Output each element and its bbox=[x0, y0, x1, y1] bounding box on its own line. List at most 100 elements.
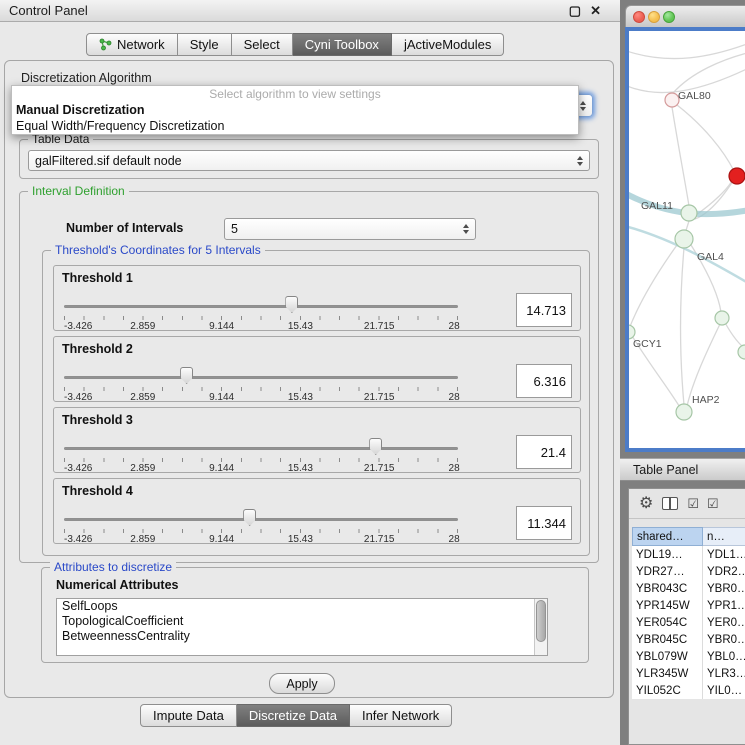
bottom-tab-bar: Impute Data Discretize Data Infer Networ… bbox=[140, 704, 452, 727]
threshold-value-field[interactable]: 11.344 bbox=[516, 506, 572, 540]
tick-label: 15.43 bbox=[288, 321, 313, 332]
tab-cyni-toolbox[interactable]: Cyni Toolbox bbox=[293, 33, 392, 56]
table-cell[interactable]: YBR045C bbox=[632, 631, 703, 648]
table-cell[interactable]: YER054C bbox=[632, 614, 703, 631]
tab-network[interactable]: Network bbox=[86, 33, 178, 56]
network-node[interactable] bbox=[715, 311, 729, 325]
slider-thumb[interactable] bbox=[369, 438, 382, 455]
column-header-shared-name[interactable]: shared… bbox=[632, 527, 703, 546]
apply-button[interactable]: Apply bbox=[269, 673, 335, 694]
table-row[interactable]: YBR045CYBR0… bbox=[632, 631, 745, 648]
threshold-value-field[interactable]: 6.316 bbox=[516, 364, 572, 398]
scrollbar-thumb[interactable] bbox=[536, 600, 546, 642]
zoom-button[interactable] bbox=[663, 11, 675, 23]
table-cell[interactable]: YDR2… bbox=[703, 563, 745, 580]
tab-impute-data[interactable]: Impute Data bbox=[140, 704, 237, 727]
thresholds-group: Threshold's Coordinates for 5 Intervals … bbox=[42, 250, 590, 556]
control-panel-titlebar[interactable]: Control Panel ▢ ✕ bbox=[0, 0, 620, 22]
threshold-slider[interactable]: -3.4262.8599.14415.4321.71528 bbox=[64, 434, 458, 472]
select-none-checkbox-icon[interactable]: ☑ bbox=[707, 497, 718, 510]
table-cell[interactable]: YIL052C bbox=[632, 682, 703, 699]
slider-thumb[interactable] bbox=[180, 367, 193, 384]
table-cell[interactable]: YLR3… bbox=[703, 665, 745, 682]
threshold-label: Threshold 1 bbox=[62, 271, 133, 285]
network-node[interactable] bbox=[729, 168, 745, 184]
table-cell[interactable]: YDR27… bbox=[632, 563, 703, 580]
table-panel-header[interactable]: Table Panel bbox=[620, 458, 745, 481]
table-row[interactable]: YDR27…YDR2… bbox=[632, 563, 745, 580]
network-node[interactable] bbox=[681, 205, 697, 221]
network-window-titlebar[interactable] bbox=[625, 5, 745, 27]
dropdown-option-manual-discretization[interactable]: Manual Discretization bbox=[12, 102, 578, 118]
slider-track[interactable] bbox=[64, 305, 458, 308]
table-row[interactable]: YER054CYER0… bbox=[632, 614, 745, 631]
tab-select[interactable]: Select bbox=[232, 33, 293, 56]
tab-jactivemodules[interactable]: jActiveModules bbox=[392, 33, 504, 56]
slider-track[interactable] bbox=[64, 518, 458, 521]
table-cell[interactable]: YIL0… bbox=[703, 682, 745, 699]
network-node[interactable] bbox=[665, 93, 679, 107]
table-row[interactable]: YBL079WYBL0… bbox=[632, 648, 745, 665]
threshold-slider[interactable]: -3.4262.8599.14415.4321.71528 bbox=[64, 363, 458, 401]
tab-style[interactable]: Style bbox=[178, 33, 232, 56]
slider-thumb[interactable] bbox=[285, 296, 298, 313]
slider-track[interactable] bbox=[64, 447, 458, 450]
attributes-scrollbar[interactable] bbox=[534, 599, 547, 655]
slider-thumb[interactable] bbox=[243, 509, 256, 526]
table-cell[interactable]: YBL079W bbox=[632, 648, 703, 665]
tab-discretize-data[interactable]: Discretize Data bbox=[237, 704, 350, 727]
float-window-icon[interactable]: ▢ bbox=[569, 4, 581, 17]
table-row[interactable]: YPR145WYPR1… bbox=[632, 597, 745, 614]
attribute-item[interactable]: BetweennessCentrality bbox=[57, 629, 547, 644]
table-cell[interactable]: YBR043C bbox=[632, 580, 703, 597]
table-cell[interactable]: YLR345W bbox=[632, 665, 703, 682]
columns-icon[interactable] bbox=[662, 497, 678, 510]
network-node[interactable] bbox=[675, 230, 693, 248]
network-node[interactable] bbox=[676, 404, 692, 420]
dropdown-placeholder-option[interactable]: Select algorithm to view settings bbox=[12, 86, 578, 102]
threshold-slider[interactable]: -3.4262.8599.14415.4321.71528 bbox=[64, 505, 458, 543]
table-cell[interactable]: YBR0… bbox=[703, 580, 745, 597]
slider-ticks bbox=[64, 316, 458, 320]
discretization-algorithm-label: Discretization Algorithm bbox=[21, 71, 152, 85]
threshold-panel: Threshold 1 -3.4262.8599.14415.4321.7152… bbox=[53, 265, 581, 331]
threshold-slider[interactable]: -3.4262.8599.14415.4321.71528 bbox=[64, 292, 458, 330]
network-node[interactable] bbox=[629, 325, 635, 339]
gear-icon[interactable]: ⚙ bbox=[639, 496, 653, 512]
table-header-row: shared… n… bbox=[632, 527, 745, 546]
table-cell[interactable]: YBR0… bbox=[703, 631, 745, 648]
threshold-value-field[interactable]: 14.713 bbox=[516, 293, 572, 327]
minimize-button[interactable] bbox=[648, 11, 660, 23]
attributes-group: Attributes to discretize Numerical Attri… bbox=[41, 567, 589, 663]
table-row[interactable]: YBR043CYBR0… bbox=[632, 580, 745, 597]
threshold-value-field[interactable]: 21.4 bbox=[516, 435, 572, 469]
select-all-checkbox-icon[interactable]: ☑ bbox=[687, 497, 698, 510]
slider-scale: -3.4262.8599.14415.4321.71528 bbox=[64, 321, 458, 332]
table-cell[interactable]: YER0… bbox=[703, 614, 745, 631]
threshold-label: Threshold 4 bbox=[62, 484, 133, 498]
table-cell[interactable]: YDL1… bbox=[703, 546, 745, 563]
table-cell[interactable]: YBL0… bbox=[703, 648, 745, 665]
network-canvas[interactable]: GAL80GAL11GAL4GCY1HAP2 bbox=[629, 31, 745, 452]
combo-arrows-icon bbox=[577, 156, 583, 166]
attribute-item[interactable]: SelfLoops bbox=[57, 599, 547, 614]
close-icon[interactable]: ✕ bbox=[590, 4, 601, 17]
column-header-name[interactable]: n… bbox=[703, 527, 745, 546]
slider-scale: -3.4262.8599.14415.4321.71528 bbox=[64, 534, 458, 545]
table-cell[interactable]: YPR145W bbox=[632, 597, 703, 614]
node-label: GAL4 bbox=[697, 251, 724, 263]
table-data-combobox[interactable]: galFiltered.sif default node bbox=[28, 150, 590, 171]
attributes-list[interactable]: SelfLoopsTopologicalCoefficientBetweenne… bbox=[56, 598, 548, 656]
dropdown-option-equal-width[interactable]: Equal Width/Frequency Discretization bbox=[12, 118, 578, 134]
close-button[interactable] bbox=[633, 11, 645, 23]
table-cell[interactable]: YDL19… bbox=[632, 546, 703, 563]
slider-track[interactable] bbox=[64, 376, 458, 379]
table-row[interactable]: YLR345WYLR3… bbox=[632, 665, 745, 682]
table-row[interactable]: YDL19…YDL1… bbox=[632, 546, 745, 563]
attribute-item[interactable]: TopologicalCoefficient bbox=[57, 614, 547, 629]
network-node[interactable] bbox=[738, 345, 745, 359]
table-row[interactable]: YIL052CYIL0… bbox=[632, 682, 745, 699]
tab-infer-network[interactable]: Infer Network bbox=[350, 704, 452, 727]
table-cell[interactable]: YPR1… bbox=[703, 597, 745, 614]
number-of-intervals-combobox[interactable]: 5 bbox=[224, 218, 476, 240]
